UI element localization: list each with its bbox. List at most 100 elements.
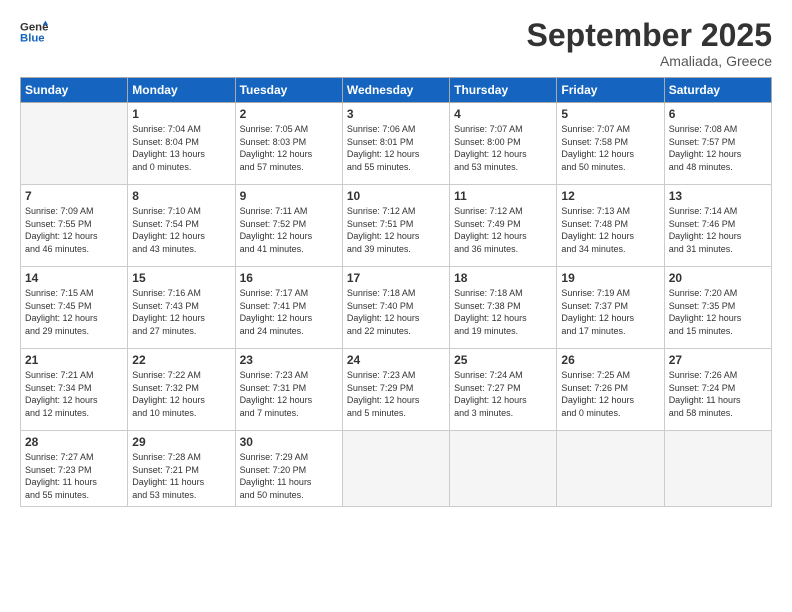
calendar-cell: 15 Sunrise: 7:16 AM Sunset: 7:43 PM Dayli… bbox=[128, 267, 235, 349]
day-info: Sunrise: 7:12 AM Sunset: 7:51 PM Dayligh… bbox=[347, 205, 445, 255]
day-info: Sunrise: 7:24 AM Sunset: 7:27 PM Dayligh… bbox=[454, 369, 552, 419]
day-number: 7 bbox=[25, 189, 123, 203]
calendar-week-4: 28 Sunrise: 7:27 AM Sunset: 7:23 PM Dayli… bbox=[21, 431, 772, 506]
day-number: 14 bbox=[25, 271, 123, 285]
day-number: 4 bbox=[454, 107, 552, 121]
calendar-cell: 6 Sunrise: 7:08 AM Sunset: 7:57 PM Daylig… bbox=[664, 103, 771, 185]
day-info: Sunrise: 7:14 AM Sunset: 7:46 PM Dayligh… bbox=[669, 205, 767, 255]
day-number: 15 bbox=[132, 271, 230, 285]
day-number: 28 bbox=[25, 435, 123, 449]
calendar-cell: 7 Sunrise: 7:09 AM Sunset: 7:55 PM Daylig… bbox=[21, 185, 128, 267]
day-info: Sunrise: 7:06 AM Sunset: 8:01 PM Dayligh… bbox=[347, 123, 445, 173]
day-info: Sunrise: 7:08 AM Sunset: 7:57 PM Dayligh… bbox=[669, 123, 767, 173]
calendar-cell: 14 Sunrise: 7:15 AM Sunset: 7:45 PM Dayli… bbox=[21, 267, 128, 349]
header-sunday: Sunday bbox=[21, 78, 128, 103]
calendar-cell: 18 Sunrise: 7:18 AM Sunset: 7:38 PM Dayli… bbox=[450, 267, 557, 349]
header-monday: Monday bbox=[128, 78, 235, 103]
day-number: 18 bbox=[454, 271, 552, 285]
day-number: 20 bbox=[669, 271, 767, 285]
calendar-cell: 17Sunrise: 7:18 AM Sunset: 7:40 PM Dayli… bbox=[342, 267, 449, 349]
day-info: Sunrise: 7:25 AM Sunset: 7:26 PM Dayligh… bbox=[561, 369, 659, 419]
day-info: Sunrise: 7:29 AM Sunset: 7:20 PM Dayligh… bbox=[240, 451, 338, 501]
calendar-cell: 28 Sunrise: 7:27 AM Sunset: 7:23 PM Dayli… bbox=[21, 431, 128, 506]
logo: General Blue bbox=[20, 18, 48, 46]
day-info: Sunrise: 7:23 AM Sunset: 7:29 PM Dayligh… bbox=[347, 369, 445, 419]
day-info: Sunrise: 7:15 AM Sunset: 7:45 PM Dayligh… bbox=[25, 287, 123, 337]
header-thursday: Thursday bbox=[450, 78, 557, 103]
calendar-cell: 12Sunrise: 7:13 AM Sunset: 7:48 PM Dayli… bbox=[557, 185, 664, 267]
day-info: Sunrise: 7:26 AM Sunset: 7:24 PM Dayligh… bbox=[669, 369, 767, 419]
day-info: Sunrise: 7:16 AM Sunset: 7:43 PM Dayligh… bbox=[132, 287, 230, 337]
day-number: 9 bbox=[240, 189, 338, 203]
day-info: Sunrise: 7:07 AM Sunset: 8:00 PM Dayligh… bbox=[454, 123, 552, 173]
day-info: Sunrise: 7:09 AM Sunset: 7:55 PM Dayligh… bbox=[25, 205, 123, 255]
day-number: 22 bbox=[132, 353, 230, 367]
day-number: 11 bbox=[454, 189, 552, 203]
day-info: Sunrise: 7:10 AM Sunset: 7:54 PM Dayligh… bbox=[132, 205, 230, 255]
day-info: Sunrise: 7:28 AM Sunset: 7:21 PM Dayligh… bbox=[132, 451, 230, 501]
calendar-cell: 25 Sunrise: 7:24 AM Sunset: 7:27 PM Dayli… bbox=[450, 349, 557, 431]
calendar-cell bbox=[21, 103, 128, 185]
day-info: Sunrise: 7:20 AM Sunset: 7:35 PM Dayligh… bbox=[669, 287, 767, 337]
day-number: 1 bbox=[132, 107, 230, 121]
calendar-cell bbox=[664, 431, 771, 506]
calendar-cell: 26 Sunrise: 7:25 AM Sunset: 7:26 PM Dayli… bbox=[557, 349, 664, 431]
header-row: Sunday Monday Tuesday Wednesday Thursday… bbox=[21, 78, 772, 103]
calendar-cell bbox=[450, 431, 557, 506]
calendar-page: General Blue September 2025 Amaliada, Gr… bbox=[0, 0, 792, 612]
day-number: 23 bbox=[240, 353, 338, 367]
day-number: 6 bbox=[669, 107, 767, 121]
calendar-cell: 8 Sunrise: 7:10 AM Sunset: 7:54 PM Daylig… bbox=[128, 185, 235, 267]
svg-text:Blue: Blue bbox=[20, 33, 45, 45]
calendar-cell: 19 Sunrise: 7:19 AM Sunset: 7:37 PM Dayli… bbox=[557, 267, 664, 349]
day-info: Sunrise: 7:21 AM Sunset: 7:34 PM Dayligh… bbox=[25, 369, 123, 419]
day-info: Sunrise: 7:19 AM Sunset: 7:37 PM Dayligh… bbox=[561, 287, 659, 337]
calendar-cell: 2Sunrise: 7:05 AM Sunset: 8:03 PM Daylig… bbox=[235, 103, 342, 185]
title-block: September 2025 Amaliada, Greece bbox=[527, 18, 772, 69]
svg-text:General: General bbox=[20, 21, 48, 33]
logo-icon: General Blue bbox=[20, 18, 48, 46]
day-info: Sunrise: 7:11 AM Sunset: 7:52 PM Dayligh… bbox=[240, 205, 338, 255]
day-number: 3 bbox=[347, 107, 445, 121]
calendar-cell: 1 Sunrise: 7:04 AM Sunset: 8:04 PM Daylig… bbox=[128, 103, 235, 185]
day-number: 12 bbox=[561, 189, 659, 203]
calendar-table: Sunday Monday Tuesday Wednesday Thursday… bbox=[20, 77, 772, 506]
day-number: 16 bbox=[240, 271, 338, 285]
month-title: September 2025 bbox=[527, 18, 772, 53]
calendar-cell: 30 Sunrise: 7:29 AM Sunset: 7:20 PM Dayli… bbox=[235, 431, 342, 506]
calendar-cell: 20 Sunrise: 7:20 AM Sunset: 7:35 PM Dayli… bbox=[664, 267, 771, 349]
day-number: 10 bbox=[347, 189, 445, 203]
calendar-cell bbox=[557, 431, 664, 506]
header-wednesday: Wednesday bbox=[342, 78, 449, 103]
day-number: 17 bbox=[347, 271, 445, 285]
calendar-week-3: 21Sunrise: 7:21 AM Sunset: 7:34 PM Dayli… bbox=[21, 349, 772, 431]
day-number: 29 bbox=[132, 435, 230, 449]
calendar-cell: 21Sunrise: 7:21 AM Sunset: 7:34 PM Dayli… bbox=[21, 349, 128, 431]
day-number: 26 bbox=[561, 353, 659, 367]
calendar-cell: 27 Sunrise: 7:26 AM Sunset: 7:24 PM Dayli… bbox=[664, 349, 771, 431]
day-number: 27 bbox=[669, 353, 767, 367]
header-saturday: Saturday bbox=[664, 78, 771, 103]
calendar-cell: 3 Sunrise: 7:06 AM Sunset: 8:01 PM Daylig… bbox=[342, 103, 449, 185]
calendar-cell: 23Sunrise: 7:23 AM Sunset: 7:31 PM Dayli… bbox=[235, 349, 342, 431]
day-info: Sunrise: 7:27 AM Sunset: 7:23 PM Dayligh… bbox=[25, 451, 123, 501]
day-info: Sunrise: 7:07 AM Sunset: 7:58 PM Dayligh… bbox=[561, 123, 659, 173]
calendar-cell: 4 Sunrise: 7:07 AM Sunset: 8:00 PM Daylig… bbox=[450, 103, 557, 185]
day-number: 19 bbox=[561, 271, 659, 285]
day-number: 25 bbox=[454, 353, 552, 367]
day-info: Sunrise: 7:22 AM Sunset: 7:32 PM Dayligh… bbox=[132, 369, 230, 419]
calendar-cell: 16 Sunrise: 7:17 AM Sunset: 7:41 PM Dayli… bbox=[235, 267, 342, 349]
day-info: Sunrise: 7:17 AM Sunset: 7:41 PM Dayligh… bbox=[240, 287, 338, 337]
calendar-week-1: 7 Sunrise: 7:09 AM Sunset: 7:55 PM Daylig… bbox=[21, 185, 772, 267]
calendar-cell: 29 Sunrise: 7:28 AM Sunset: 7:21 PM Dayli… bbox=[128, 431, 235, 506]
day-info: Sunrise: 7:04 AM Sunset: 8:04 PM Dayligh… bbox=[132, 123, 230, 173]
day-info: Sunrise: 7:05 AM Sunset: 8:03 PM Dayligh… bbox=[240, 123, 338, 173]
calendar-cell bbox=[342, 431, 449, 506]
header-friday: Friday bbox=[557, 78, 664, 103]
calendar-cell: 9 Sunrise: 7:11 AM Sunset: 7:52 PM Daylig… bbox=[235, 185, 342, 267]
page-header: General Blue September 2025 Amaliada, Gr… bbox=[20, 18, 772, 69]
day-number: 8 bbox=[132, 189, 230, 203]
calendar-cell: 22 Sunrise: 7:22 AM Sunset: 7:32 PM Dayli… bbox=[128, 349, 235, 431]
day-info: Sunrise: 7:18 AM Sunset: 7:38 PM Dayligh… bbox=[454, 287, 552, 337]
day-number: 30 bbox=[240, 435, 338, 449]
